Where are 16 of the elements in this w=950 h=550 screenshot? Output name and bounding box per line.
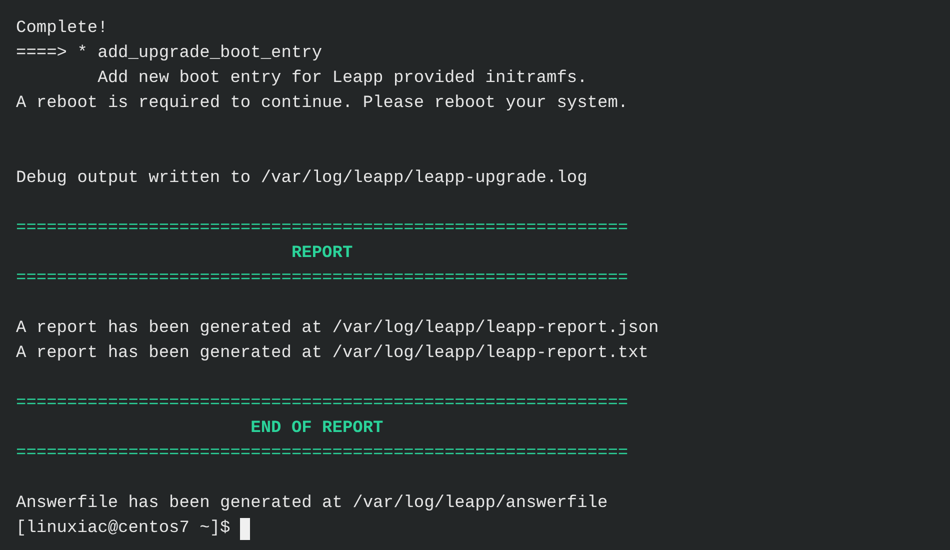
output-line: A report has been generated at /var/log/leapp/leapp-report.json — [16, 318, 659, 340]
output-line: Add new boot entry for Leapp provided initramfs. — [96, 68, 588, 90]
separator-line: ============================================================ — [16, 218, 628, 240]
separator-line: ============================================================ — [16, 393, 628, 415]
separator-line: ============================================================ — [16, 268, 628, 290]
output-line: A reboot is required to continue. Please reboot your system. — [16, 93, 628, 115]
report-heading: REPORT — [290, 243, 353, 265]
output-line: Debug output written to /var/log/leapp/leapp-upgrade.log — [16, 168, 588, 190]
report-heading: END OF REPORT — [250, 418, 384, 440]
output-line: Answerfile has been generated at /var/log/leapp/answerfile — [16, 493, 608, 515]
cursor-block — [240, 518, 250, 540]
output-line: Complete! — [16, 18, 108, 40]
separator-line: ============================================================ — [16, 443, 628, 465]
output-line: A report has been generated at /var/log/leapp/leapp-report.txt — [16, 343, 649, 365]
shell-prompt: [linuxiac@centos7 ~]$ — [16, 518, 230, 540]
output-line: ====> * add_upgrade_boot_entry — [16, 43, 322, 65]
